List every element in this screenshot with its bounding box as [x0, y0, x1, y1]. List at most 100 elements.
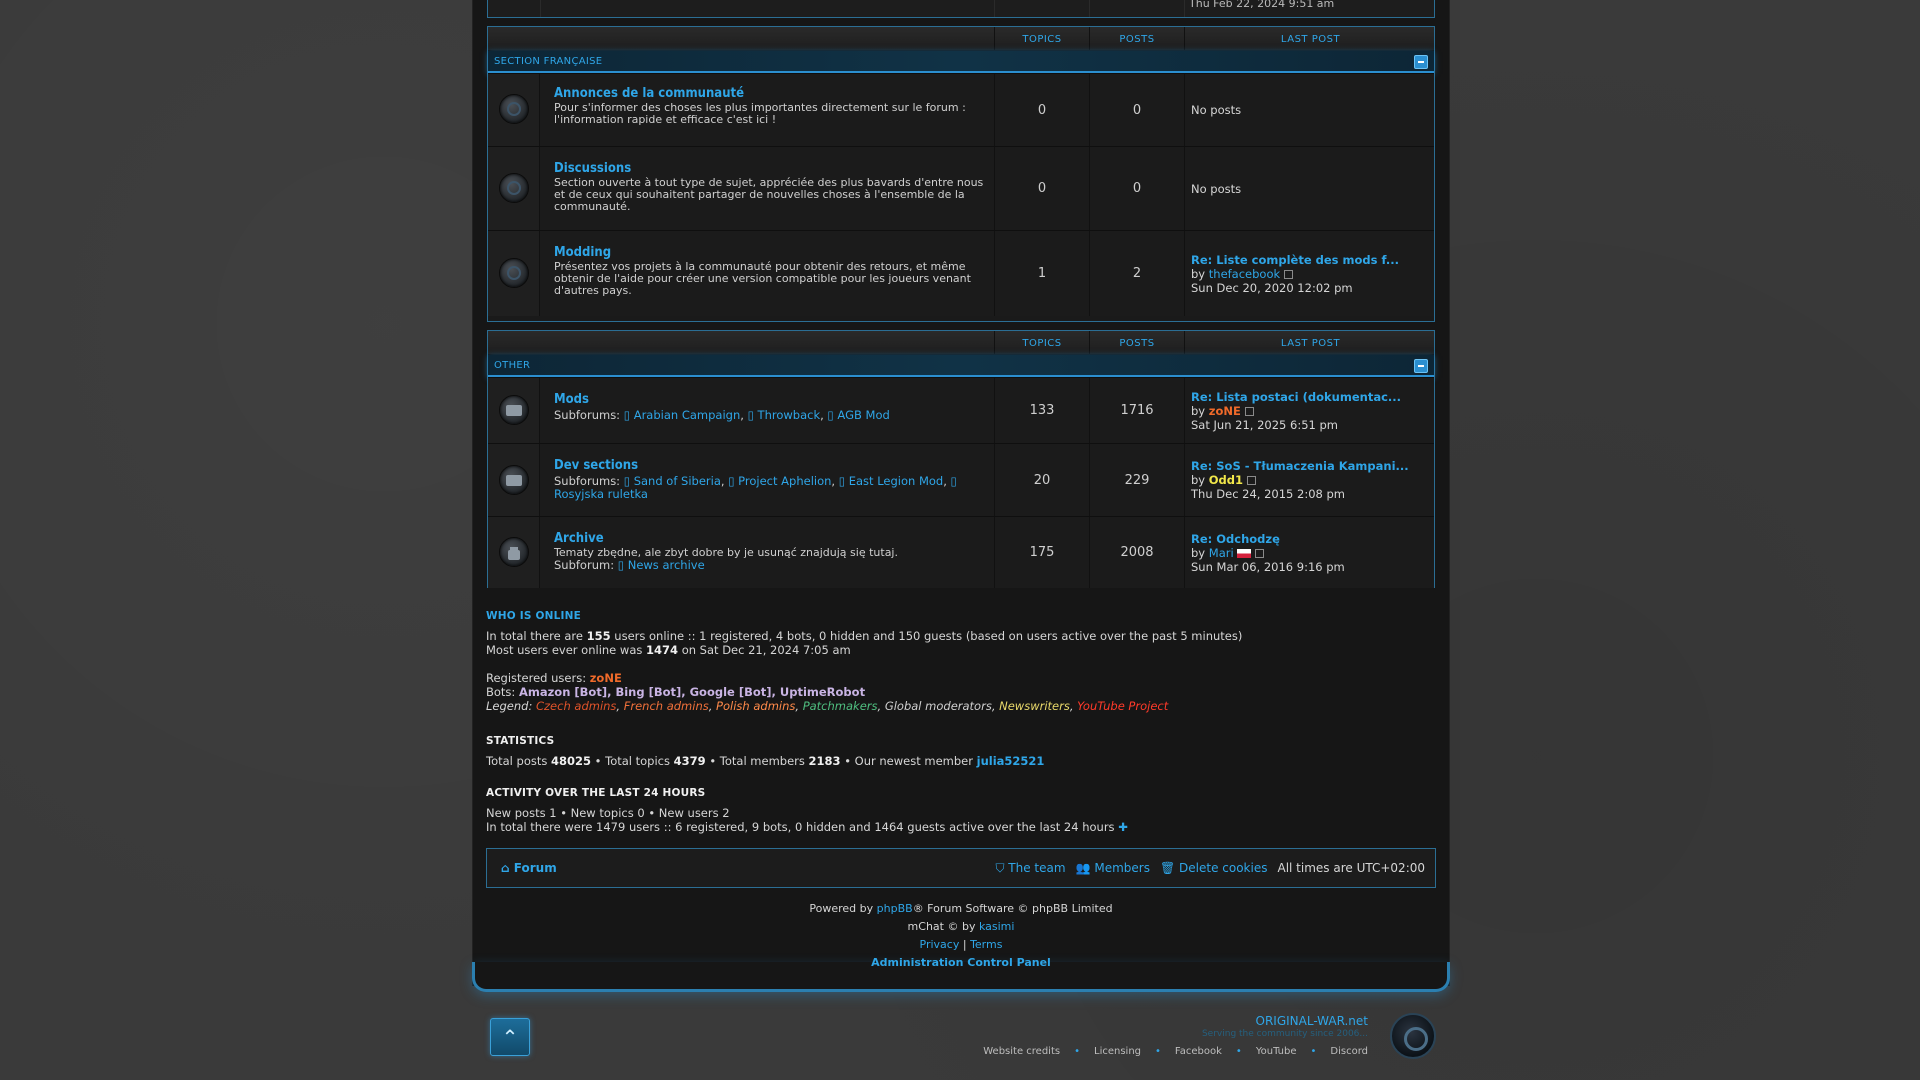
- last-post-author-link[interactable]: thefacebook: [1209, 267, 1280, 281]
- phpbb-link[interactable]: phpBB: [877, 902, 913, 915]
- forum-title-link[interactable]: Annonces de la communauté: [554, 86, 986, 101]
- last-post-by: by: [1191, 403, 1206, 418]
- forum-title-link[interactable]: Discussions: [554, 161, 986, 176]
- last-post-by: by: [1191, 473, 1206, 487]
- forum-posts-count: 2008: [1089, 517, 1184, 588]
- subforum-link[interactable]: ▯ Arabian Campaign: [624, 408, 741, 422]
- forum-posts-count: 0: [1089, 147, 1184, 230]
- newest-member-link[interactable]: julia52521: [977, 754, 1045, 768]
- forum-read-icon: [499, 173, 529, 203]
- forum-last-post: Re: Lista postaci (dokumentac... by zoNE…: [1184, 378, 1436, 443]
- category-title-bar: OTHER: [488, 355, 1434, 377]
- folder-icon: [499, 465, 529, 495]
- footer-links: Website credits • Licensing • Facebook • Yo…: [983, 1046, 1368, 1057]
- view-latest-post-icon[interactable]: [1255, 548, 1265, 558]
- last-post-date: Thu Dec 24, 2015 2:08 pm: [1191, 487, 1346, 501]
- header-last-post: LAST POST: [1184, 331, 1436, 355]
- last-post-title-link[interactable]: Re: Odchodzę: [1191, 532, 1436, 546]
- copyright-mchat: mChat © by kasimi: [907, 920, 1015, 933]
- legend-polish-admins[interactable]: Polish admins: [716, 699, 795, 713]
- policy-links: Privacy | Terms: [919, 938, 1003, 951]
- last-post-title-link[interactable]: Re: SoS - Tłumaczenia Kampani...: [1191, 459, 1436, 473]
- members-link[interactable]: 👥 Members: [1076, 861, 1150, 876]
- forum-title-link[interactable]: Archive: [554, 531, 986, 546]
- discord-link[interactable]: Discord: [1330, 1046, 1368, 1057]
- timezone-label: All times are UTC+02:00: [1277, 861, 1425, 875]
- forum-posts-count: 229: [1089, 444, 1184, 516]
- legend-french-admins[interactable]: French admins: [624, 699, 709, 713]
- forum-home-link[interactable]: ⌂ Forum: [501, 861, 557, 875]
- last-post-date: Sat Jun 21, 2025 6:51 pm: [1191, 417, 1338, 432]
- copyright-powered: Powered by phpBB® Forum Software © phpBB…: [809, 902, 1113, 915]
- collapse-icon[interactable]: [1414, 55, 1428, 69]
- forum-title-link[interactable]: Dev sections: [554, 458, 986, 473]
- facebook-link[interactable]: Facebook: [1175, 1046, 1222, 1057]
- locked-forum-icon: [499, 537, 529, 567]
- delete-cookies-link[interactable]: 🗑 Delete cookies: [1160, 861, 1268, 876]
- site-bottom-bar: ⌃ ORIGINAL-WAR.net Serving the community…: [472, 1010, 1450, 1080]
- legend-newswriters[interactable]: Newswriters: [999, 699, 1070, 713]
- website-credits-link[interactable]: Website credits: [983, 1046, 1060, 1057]
- legend-patchmakers[interactable]: Patchmakers: [803, 699, 878, 713]
- last-post-by: by: [1191, 545, 1206, 560]
- forum-topics-count: 175: [994, 517, 1089, 588]
- shield-icon: ⛉: [995, 861, 1005, 875]
- subforum-link[interactable]: ▯ News archive: [618, 558, 705, 572]
- terms-link[interactable]: Terms: [970, 938, 1002, 951]
- youtube-link[interactable]: YouTube: [1256, 1046, 1297, 1057]
- site-tagline: Serving the community since 2006...: [1201, 1029, 1368, 1039]
- subforum-link[interactable]: ▯ Sand of Siberia: [624, 474, 721, 488]
- last-post-title-link[interactable]: Re: Liste complète des mods f...: [1191, 253, 1436, 267]
- statistics-title: STATISTICS: [486, 735, 555, 747]
- privacy-link[interactable]: Privacy: [920, 938, 960, 951]
- site-name: ORIGINAL-WAR.net: [1255, 1014, 1369, 1028]
- forum-posts-count: 2: [1089, 231, 1184, 316]
- last-post-author-link[interactable]: Mari: [1209, 546, 1234, 560]
- forum-description: Pour s'informer des choses les plus impo…: [554, 101, 966, 126]
- legend-global-moderators[interactable]: Global moderators: [885, 699, 992, 713]
- legend-czech-admins[interactable]: Czech admins: [536, 699, 616, 713]
- legend-youtube-project[interactable]: YouTube Project: [1077, 699, 1168, 713]
- forum-row: Modding Présentez vos projets à la commu…: [488, 230, 1434, 316]
- who-is-online-title-link[interactable]: WHO IS ONLINE: [486, 610, 581, 622]
- forum-title-link[interactable]: Mods: [554, 392, 986, 407]
- view-latest-post-icon[interactable]: [1284, 269, 1294, 279]
- subforum-link[interactable]: ▯ Throwback: [748, 408, 821, 422]
- last-post-title-link[interactable]: Re: Lista postaci (dokumentac...: [1191, 390, 1436, 404]
- category-title-bar: SECTION FRANÇAISE: [488, 51, 1434, 73]
- mchat-author-link[interactable]: kasimi: [979, 920, 1014, 933]
- last-post-date: Sun Mar 06, 2016 9:16 pm: [1191, 559, 1345, 574]
- forum-last-post: No posts: [1184, 147, 1436, 230]
- online-user-link[interactable]: zoNE: [590, 671, 622, 685]
- category-title-link[interactable]: OTHER: [494, 360, 530, 371]
- header-posts: POSTS: [1089, 331, 1184, 355]
- last-post-author-link[interactable]: zoNE: [1209, 404, 1241, 418]
- online-bots: Amazon [Bot], Bing [Bot], Google [Bot], …: [518, 685, 866, 699]
- view-latest-post-icon[interactable]: [1247, 476, 1257, 485]
- subforum-link[interactable]: ▯ East Legion Mod: [839, 474, 943, 488]
- category-section-francaise: TOPICS POSTS LAST POST SECTION FRANÇAISE…: [487, 26, 1435, 322]
- subforum-link[interactable]: ▯ Project Aphelion: [728, 474, 831, 488]
- expand-plus-icon[interactable]: ✚: [1118, 820, 1128, 834]
- category-other: TOPICS POSTS LAST POST OTHER Mods Subfor…: [487, 330, 1435, 588]
- forum-row: Annonces de la communauté Pour s'informe…: [488, 73, 1434, 146]
- acp-link[interactable]: Administration Control Panel: [871, 956, 1051, 969]
- total-members: 2183: [808, 754, 841, 768]
- flag-icon: [1237, 548, 1252, 558]
- the-team-link[interactable]: ⛉ The team: [995, 861, 1065, 876]
- header-last-post: LAST POST: [1184, 27, 1436, 51]
- back-to-top-button[interactable]: ⌃: [490, 1018, 530, 1056]
- who-is-online: WHO IS ONLINE In total there are 155 use…: [486, 610, 1243, 713]
- last-post-time: Thu Feb 22, 2024 9:51 am: [1189, 0, 1335, 10]
- last-post-author-link[interactable]: Odd1: [1209, 473, 1243, 487]
- collapse-icon[interactable]: [1414, 359, 1428, 373]
- header-posts: POSTS: [1089, 27, 1184, 51]
- subforum-link[interactable]: ▯ AGB Mod: [827, 408, 889, 422]
- site-brand: ORIGINAL-WAR.net Serving the community s…: [1202, 1014, 1368, 1039]
- view-latest-post-icon[interactable]: [1244, 406, 1254, 416]
- forum-row: Archive Tematy zbędne, ale zbyt dobre by…: [488, 516, 1434, 588]
- licensing-link[interactable]: Licensing: [1094, 1046, 1141, 1057]
- category-title-link[interactable]: SECTION FRANÇAISE: [494, 56, 602, 67]
- forum-title-link[interactable]: Modding: [554, 245, 986, 260]
- forum-topics-count: 0: [994, 147, 1089, 230]
